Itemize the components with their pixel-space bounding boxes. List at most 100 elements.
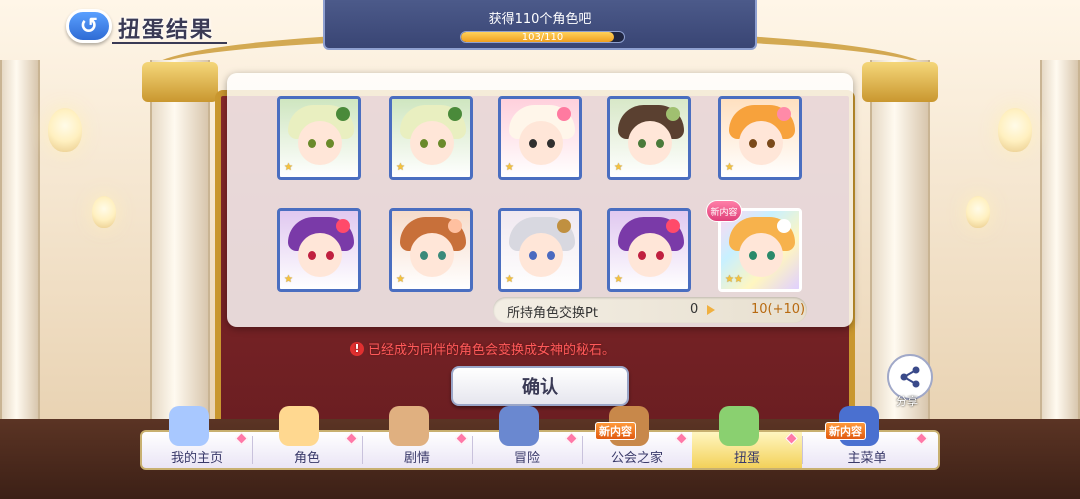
star-rating-icon: ★ <box>396 274 405 285</box>
wall-lamp-icon <box>998 108 1032 152</box>
nav-item[interactable]: 我的主页 <box>142 406 252 468</box>
character-accent <box>777 107 791 121</box>
notification-diamond-icon <box>345 432 358 445</box>
confirm-button[interactable]: 确认 <box>451 366 629 406</box>
nav-item-label: 主菜单 <box>847 451 887 466</box>
character-face <box>628 121 672 165</box>
notice-message: ! 已经成为同伴的角色会变换成女神的秘石。 <box>350 339 615 358</box>
character-eye <box>638 139 646 148</box>
back-button[interactable]: ↺ <box>66 9 112 43</box>
character-face <box>410 233 454 277</box>
back-arrow-icon: ↺ <box>79 13 99 39</box>
character-eye <box>767 139 775 148</box>
character-eye <box>438 139 446 148</box>
character-face <box>410 121 454 165</box>
nav-item-icon <box>719 406 759 446</box>
character-eye <box>547 139 555 148</box>
character-eye <box>326 251 334 260</box>
nav-item-label: 扭蛋 <box>733 451 760 466</box>
character-accent <box>448 219 462 233</box>
nav-item[interactable]: 剧情 <box>362 406 472 468</box>
progress-bar: 103/110 <box>460 31 625 43</box>
character-eye <box>308 251 316 260</box>
character-accent <box>448 107 462 121</box>
nav-item-icon <box>169 406 209 446</box>
character-eye <box>767 251 775 260</box>
result-card[interactable]: ★ <box>277 208 361 292</box>
result-card[interactable]: ★ <box>389 96 473 180</box>
nav-item[interactable]: 角色 <box>252 406 362 468</box>
character-accent <box>777 219 791 233</box>
character-face <box>298 121 342 165</box>
character-eye <box>749 251 757 260</box>
character-eye <box>638 251 646 260</box>
nav-item-label: 剧情 <box>403 451 430 466</box>
character-eye <box>438 251 446 260</box>
character-face <box>739 121 783 165</box>
share-icon <box>900 366 920 388</box>
result-card[interactable]: ★ <box>607 96 691 180</box>
character-accent <box>557 219 571 233</box>
character-accent <box>336 107 350 121</box>
result-card[interactable]: ★ <box>718 96 802 180</box>
result-card[interactable]: ★ <box>277 96 361 180</box>
pillar-far-right <box>1040 60 1080 440</box>
result-card[interactable]: ★ <box>607 208 691 292</box>
warning-icon: ! <box>350 341 364 356</box>
title-underline <box>112 42 227 44</box>
result-card[interactable]: ★ <box>498 208 582 292</box>
character-eye <box>326 139 334 148</box>
notice-text: 已经成为同伴的角色会变换成女神的秘石。 <box>368 343 616 358</box>
right-arrow-icon <box>707 305 715 315</box>
character-accent <box>666 219 680 233</box>
character-face <box>519 233 563 277</box>
bottom-nav: 我的主页 角色 剧情 冒险 公会之家 新内容 扭蛋 主菜单 新内容 <box>140 406 940 470</box>
result-card[interactable]: ★ <box>389 208 473 292</box>
pt-current-value: 0 <box>690 302 699 317</box>
nav-item[interactable]: 公会之家 新内容 <box>582 406 692 468</box>
character-face <box>298 233 342 277</box>
nav-item-label: 公会之家 <box>610 451 663 466</box>
nav-item-icon <box>499 406 539 446</box>
pillar-cap-left <box>142 62 218 102</box>
wall-lamp-icon <box>92 196 116 228</box>
character-face <box>739 233 783 277</box>
pt-after-value: 10(+10) <box>751 302 806 317</box>
new-content-badge: 新内容 <box>706 200 742 222</box>
notification-diamond-icon <box>455 432 468 445</box>
nav-new-badge: 新内容 <box>825 422 866 440</box>
result-card[interactable]: ★ <box>498 96 582 180</box>
character-accent <box>557 107 571 121</box>
page-title: 扭蛋结果 <box>118 18 215 43</box>
nav-item[interactable]: 扭蛋 <box>692 406 802 468</box>
character-eye <box>529 251 537 260</box>
wall-lamp-icon <box>48 108 82 152</box>
nav-item-label: 冒险 <box>513 451 540 466</box>
pt-label: 所持角色交换Pt <box>507 306 598 321</box>
nav-item-icon <box>389 406 429 446</box>
notification-diamond-icon <box>565 432 578 445</box>
character-face <box>628 233 672 277</box>
star-rating-icon: ★ <box>614 162 623 173</box>
character-eye <box>749 139 757 148</box>
nav-item-icon <box>279 406 319 446</box>
notification-diamond-icon <box>785 432 798 445</box>
star-rating-icon: ★ <box>284 274 293 285</box>
pillar-left <box>150 60 210 440</box>
star-rating-icon: ★ <box>725 162 734 173</box>
progress-text: 103/110 <box>521 32 564 43</box>
nav-item[interactable]: 冒险 <box>472 406 582 468</box>
character-eye <box>420 139 428 148</box>
star-rating-icon: ★ <box>396 162 405 173</box>
star-rating-icon: ★ <box>505 162 514 173</box>
character-eye <box>656 251 664 260</box>
nav-item[interactable]: 主菜单 新内容 <box>802 406 932 468</box>
notification-diamond-icon <box>915 432 928 445</box>
character-eye <box>529 139 537 148</box>
nav-item-label: 我的主页 <box>170 451 223 466</box>
exchange-pt-bar: 所持角色交换Pt 0 10(+10) <box>493 297 807 323</box>
character-eye <box>420 251 428 260</box>
wall-lamp-icon <box>966 196 990 228</box>
banner-text: 获得110个角色吧 <box>488 12 592 27</box>
share-label: 分享 <box>896 395 918 408</box>
